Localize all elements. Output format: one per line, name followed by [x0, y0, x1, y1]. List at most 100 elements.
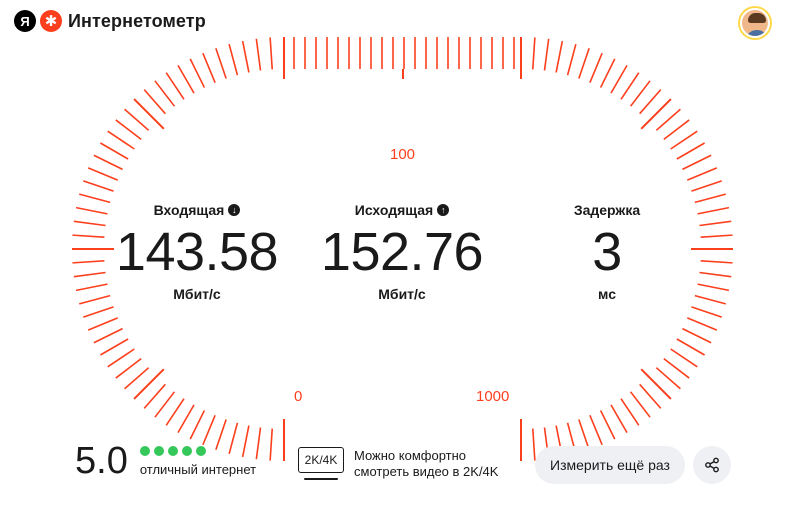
gauge-tick: [629, 80, 651, 107]
gauge-tick: [255, 38, 262, 71]
gauge-tick: [691, 306, 723, 318]
gauge-tick: [640, 368, 672, 400]
gauge-tick: [177, 404, 195, 433]
gauge-tick: [87, 167, 119, 181]
gauge-tick: [639, 383, 662, 409]
gauge-tick: [255, 427, 262, 460]
video-text-line2: смотреть видео в 2K/4K: [354, 464, 499, 479]
gauge-tick: [100, 338, 129, 356]
gauge-tick: [686, 317, 718, 331]
gauge-tick: [639, 89, 662, 115]
gauge-tick: [215, 47, 227, 79]
gauge-tick: [177, 65, 195, 94]
latency-value: 3: [592, 222, 622, 282]
gauge-tick: [620, 72, 640, 100]
gauge-tick: [154, 80, 176, 107]
upload-metric: Исходящая ↑ 152.76 Мбит/с: [302, 200, 502, 302]
gauge-tick: [165, 72, 185, 100]
rating-dot: [195, 445, 206, 456]
gauge-tick: [143, 383, 166, 409]
share-icon: [705, 457, 719, 473]
gauge-tick: [115, 357, 142, 379]
gauge-label-1000: 1000: [476, 388, 510, 405]
gauge-tick: [655, 367, 681, 390]
connection-rating: 5.0 отличный интернет: [75, 440, 256, 482]
download-metric: Входящая ↓ 143.58 Мбит/с: [97, 200, 297, 302]
gauge-tick: [629, 391, 651, 418]
latency-unit: мс: [598, 286, 616, 302]
gauge-tick: [578, 47, 590, 79]
gauge-label-100: 100: [390, 146, 416, 163]
gauge-tick: [269, 37, 274, 70]
rating-dot: [181, 445, 192, 456]
gauge-tick: [543, 38, 550, 71]
gauge-tick: [228, 44, 239, 76]
latency-title: Задержка: [573, 202, 641, 218]
gauge-tick: [655, 108, 681, 131]
gauge-tick: [124, 367, 150, 390]
gauge-tick: [82, 306, 114, 318]
gauge-tick: [555, 40, 564, 73]
rating-side: отличный интернет: [139, 445, 257, 477]
gauge-tick: [682, 327, 712, 344]
gauge-tick: [107, 348, 135, 368]
gauge-tick: [93, 327, 123, 344]
gauge-tick: [531, 37, 536, 70]
gauge-tick: [676, 142, 705, 160]
gauge-tick: [143, 89, 166, 115]
gauge-tick: [589, 414, 603, 446]
latency-metric: Задержка 3 мс: [507, 200, 707, 302]
gauge-tick: [676, 338, 705, 356]
gauge-tick: [100, 142, 129, 160]
download-title: Входящая ↓: [97, 200, 297, 220]
gauge-tick: [82, 180, 114, 192]
gauge-tick: [154, 391, 176, 418]
gauge-tick: [620, 398, 640, 426]
upload-unit: Мбит/с: [378, 286, 426, 302]
gauge-tick: [670, 348, 698, 368]
gauge-tick: [663, 357, 690, 379]
video-quality-hint: 2K/4K Можно комфортно смотреть видео в 2…: [298, 447, 498, 481]
gauge-tick: [640, 98, 672, 130]
monitor-stand: [304, 478, 338, 480]
rating-score: 5.0: [75, 440, 128, 482]
video-text-line1: Можно комфортно: [354, 448, 467, 463]
arrow-down-icon: ↓: [228, 204, 241, 216]
gauge-tick: [610, 65, 628, 94]
gauge-tick: [133, 98, 165, 130]
gauge-tick: [93, 154, 123, 171]
share-button[interactable]: [693, 446, 731, 484]
video-text: Можно комфортно смотреть видео в 2K/4K: [354, 448, 498, 480]
upload-value: 152.76: [320, 222, 484, 282]
rating-dot: [167, 445, 178, 456]
rating-label: отличный интернет: [139, 461, 257, 477]
rating-dot: [153, 445, 164, 456]
gauge-tick: [115, 119, 142, 141]
rating-dot: [139, 445, 150, 456]
gauge-tick: [133, 368, 165, 400]
video-badge: 2K/4K: [298, 447, 344, 473]
download-unit: Мбит/с: [173, 286, 221, 302]
gauge-tick: [663, 119, 690, 141]
gauge-tick: [531, 428, 536, 461]
gauge-tick: [670, 130, 698, 150]
gauge-label-0: 0: [294, 388, 303, 405]
gauge-tick: [599, 58, 616, 88]
gauge-tick: [691, 180, 723, 192]
gauge-tick: [165, 398, 185, 426]
gauge-tick: [269, 428, 274, 461]
gauge-tick: [686, 167, 718, 181]
gauge-tick: [124, 108, 150, 131]
monitor-icon: 2K/4K: [298, 447, 344, 481]
measure-again-button[interactable]: Измерить ещё раз: [535, 446, 685, 484]
gauge-tick: [566, 44, 577, 76]
gauge-tick: [241, 40, 250, 73]
gauge-tick: [107, 130, 135, 150]
rating-dots: [139, 445, 256, 456]
upload-title: Исходящая ↑: [302, 200, 502, 220]
gauge-tick: [189, 58, 206, 88]
arrow-up-icon: ↑: [437, 204, 450, 216]
download-value: 143.58: [115, 222, 279, 282]
gauge-tick: [202, 52, 216, 84]
gauge-tick: [610, 404, 628, 433]
